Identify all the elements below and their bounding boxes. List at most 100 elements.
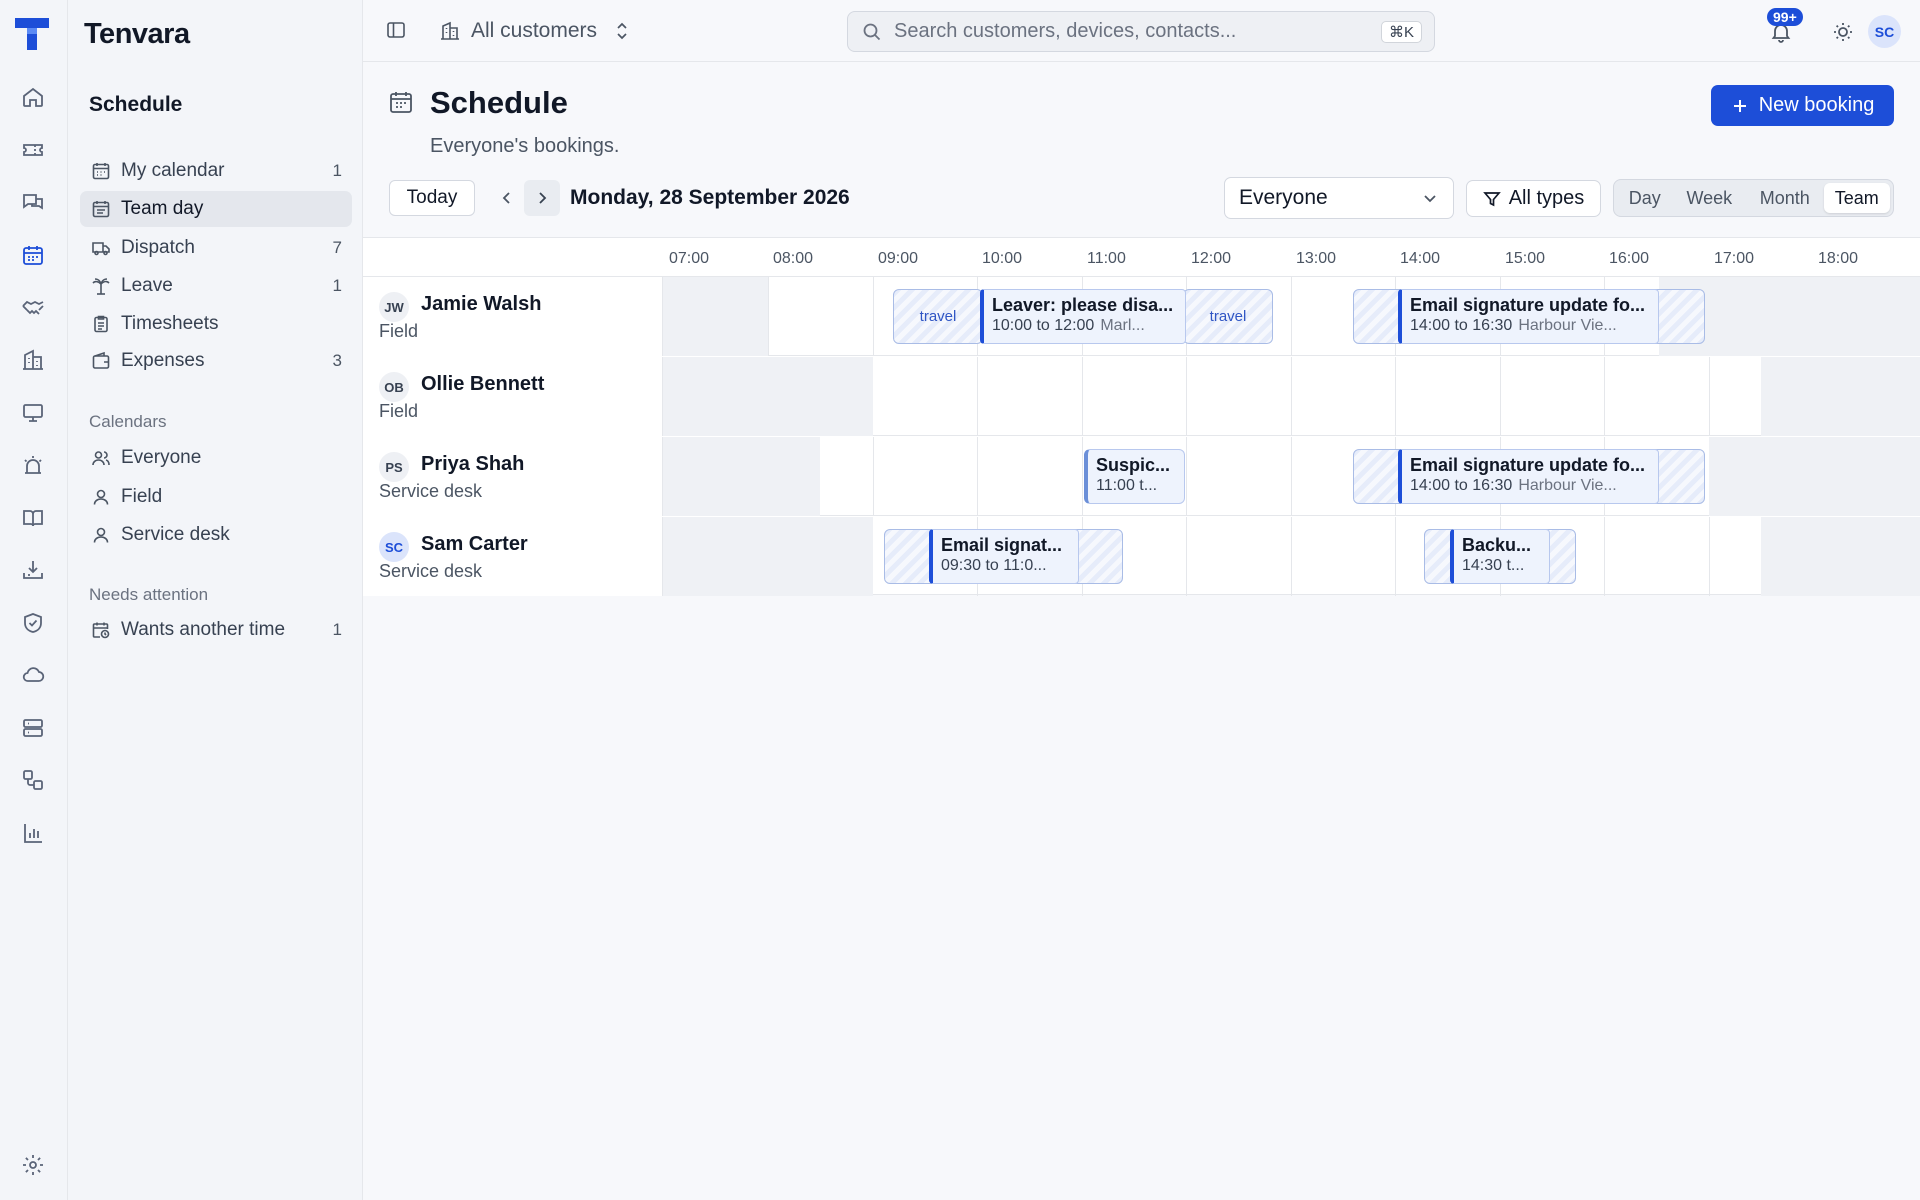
calendar-item-service-desk[interactable]: Service desk	[80, 517, 352, 553]
hour-gridline	[1186, 517, 1187, 596]
monitor-icon[interactable]	[18, 398, 48, 428]
download-tray-icon[interactable]	[18, 555, 48, 585]
booking-card[interactable]: Email signature update fo... 14:00 to 16…	[1398, 289, 1659, 344]
person-row-priya-shah: PS Priya Shah Service desk Suspic... 11:…	[363, 437, 1920, 516]
user-avatar[interactable]: SC	[1868, 15, 1901, 48]
sidebar-item-team-day[interactable]: Team day	[80, 191, 352, 227]
palm-tree-icon	[91, 276, 111, 296]
booking-title: Suspic...	[1096, 455, 1171, 475]
calendar-item-label: Service desk	[121, 524, 230, 545]
calendar-item-everyone[interactable]: Everyone	[80, 440, 352, 476]
booking-card[interactable]: Email signat... 09:30 to 11:0...	[929, 529, 1079, 584]
sidebar-item-leave[interactable]: Leave 1	[80, 268, 352, 304]
new-booking-button[interactable]: New booking	[1711, 85, 1894, 126]
customer-switcher[interactable]: All customers	[439, 14, 631, 48]
search-icon	[863, 23, 881, 40]
travel-block[interactable]: travel	[893, 289, 983, 344]
avatar: JW	[379, 292, 409, 322]
theme-sun-icon[interactable]	[1831, 20, 1855, 44]
booking-card[interactable]: Backu... 14:30 t...	[1450, 529, 1550, 584]
notifications-badge: 99+	[1767, 8, 1803, 26]
travel-block[interactable]: travel	[1183, 289, 1273, 344]
booking-card[interactable]: Email signature update fo... 14:00 to 16…	[1398, 449, 1659, 504]
search-shortcut: ⌘K	[1380, 20, 1422, 43]
booking-details: 14:00 to 16:30 Harbour Vie...	[1410, 317, 1650, 335]
chevron-down-icon	[1424, 195, 1436, 203]
avatar: SC	[379, 532, 409, 562]
hour-gridline	[1395, 517, 1396, 596]
sidebar-item-label: Wants another time	[121, 619, 286, 640]
person-role: Field	[379, 401, 419, 421]
cloud-icon[interactable]	[18, 660, 48, 690]
types-filter-button[interactable]: All types	[1466, 180, 1601, 217]
home-icon[interactable]	[18, 82, 48, 112]
hour-label: 13:00	[1296, 250, 1337, 267]
view-day[interactable]: Day	[1617, 183, 1673, 213]
ticket-icon[interactable]	[18, 135, 48, 165]
sidebar-item-wants-another-time[interactable]: Wants another time 1	[80, 612, 352, 648]
hour-gridline	[1291, 357, 1292, 436]
people-filter-select[interactable]: Everyone	[1224, 177, 1454, 219]
sidebar-item-my-calendar[interactable]: My calendar 1	[80, 153, 352, 189]
server-icon[interactable]	[18, 713, 48, 743]
unavailable-block	[663, 357, 873, 436]
sidebar-item-expenses[interactable]: Expenses 3	[80, 343, 352, 379]
sidebar-item-timesheets[interactable]: Timesheets	[80, 306, 352, 342]
chat-icon[interactable]	[18, 188, 48, 218]
person-info[interactable]: PS Priya Shah Service desk	[363, 437, 663, 516]
next-day-button[interactable]	[524, 180, 560, 216]
book-icon[interactable]	[18, 503, 48, 533]
calendar-item-field[interactable]: Field	[80, 479, 352, 515]
user-icon	[91, 525, 111, 545]
settings-gear-icon[interactable]	[18, 1150, 48, 1180]
chevron-right-icon	[539, 192, 547, 204]
shield-check-icon[interactable]	[18, 608, 48, 638]
workflow-icon[interactable]	[18, 765, 48, 795]
today-button[interactable]: Today	[389, 180, 475, 216]
logo-icon	[15, 18, 49, 50]
sidebar-toggle-icon[interactable]	[385, 19, 407, 41]
hour-gridline	[1186, 357, 1187, 436]
global-search[interactable]: Search customers, devices, contacts... ⌘…	[847, 11, 1435, 52]
brand-name: Tenvara	[84, 18, 190, 50]
sidebar-item-count: 7	[332, 238, 342, 257]
handshake-icon[interactable]	[18, 293, 48, 323]
sidebar-item-count: 1	[332, 620, 342, 639]
person-name: Sam Carter	[421, 533, 528, 555]
avatar: OB	[379, 372, 409, 402]
bar-chart-icon[interactable]	[18, 818, 48, 848]
hour-gridline	[1291, 277, 1292, 356]
calendar-icon[interactable]	[18, 240, 48, 270]
building-icon[interactable]	[18, 345, 48, 375]
booking-title: Email signature update fo...	[1410, 295, 1646, 315]
calendar-item-label: Everyone	[121, 447, 202, 468]
clipboard-icon	[91, 314, 111, 334]
view-week[interactable]: Week	[1673, 183, 1746, 213]
calendars-heading: Calendars	[89, 412, 167, 431]
hour-gridline	[1291, 437, 1292, 516]
view-team[interactable]: Team	[1823, 183, 1891, 213]
current-date: Monday, 28 September 2026	[570, 186, 850, 209]
alarm-icon[interactable]	[18, 450, 48, 480]
sidebar-item-dispatch[interactable]: Dispatch 7	[80, 230, 352, 266]
timeline-header: 07:00 08:00 09:00 10:00 11:00 12:00 13:0…	[363, 238, 1920, 277]
hour-gridline	[1500, 357, 1501, 436]
previous-day-button[interactable]	[491, 182, 523, 214]
booking-title: Email signat...	[941, 535, 1063, 555]
hour-gridline	[873, 437, 874, 516]
booking-card[interactable]: Suspic... 11:00 t...	[1084, 449, 1185, 504]
hour-gridline	[1604, 517, 1605, 596]
person-info[interactable]: JW Jamie Walsh Field	[363, 277, 663, 356]
person-info[interactable]: SC Sam Carter Service desk	[363, 517, 663, 596]
hour-gridline	[873, 277, 874, 356]
unavailable-block	[663, 277, 768, 356]
person-name: Ollie Bennett	[421, 373, 545, 395]
person-role: Field	[379, 321, 419, 341]
booking-card[interactable]: Leaver: please disa... 10:00 to 12:00 Mar…	[980, 289, 1186, 344]
booking-location: Harbour Vie...	[1518, 477, 1617, 494]
hour-gridline	[1291, 517, 1292, 596]
person-info[interactable]: OB Ollie Bennett Field	[363, 357, 663, 436]
person-name: Jamie Walsh	[421, 293, 542, 315]
view-month[interactable]: Month	[1746, 183, 1823, 213]
person-name: Priya Shah	[421, 453, 525, 475]
